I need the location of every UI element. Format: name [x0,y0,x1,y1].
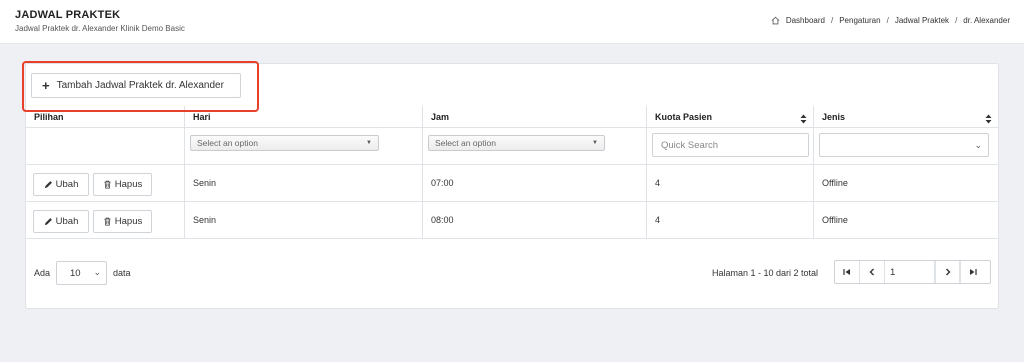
sort-icon[interactable] [800,114,807,124]
breadcrumb-pengaturan[interactable]: Pengaturan [839,16,880,25]
pagination: 1 [834,260,991,284]
data-label: data [113,268,131,278]
page-subtitle: Jadwal Praktek dr. Alexander Klinik Demo… [15,24,185,33]
table-row: Ubah Hapus Senin 07:00 4 Offline [26,165,998,202]
column-header-jenis[interactable]: Jenis [814,106,998,127]
column-header-kuota-label: Kuota Pasien [655,111,713,122]
page-size-control: Ada 10 ⌄ data [34,261,131,285]
edit-button[interactable]: Ubah [33,173,89,196]
cell-jenis: Offline [822,178,848,188]
column-header-kuota[interactable]: Kuota Pasien [647,106,814,127]
delete-button[interactable]: Hapus [93,173,152,196]
cell-jam: 07:00 [423,165,647,201]
add-schedule-button[interactable]: + Tambah Jadwal Praktek dr. Alexander [31,73,241,98]
prev-page-button[interactable] [860,261,885,283]
jam-filter-placeholder: Select an option [435,138,496,148]
sort-icon[interactable] [985,114,992,124]
kuota-search-placeholder: Quick Search [661,139,719,151]
delete-label: Hapus [114,179,143,190]
edit-label: Ubah [55,179,79,190]
first-page-icon [843,269,850,275]
per-page-value: 10 [70,267,81,279]
jam-filter-select[interactable]: Select an option ▼ [428,135,605,151]
plus-icon: + [42,78,50,93]
schedule-card: + Tambah Jadwal Praktek dr. Alexander Pi… [25,63,999,309]
hari-filter-select[interactable]: Select an option ▼ [190,135,379,151]
table-row: Ubah Hapus Senin 08:00 4 Offline [26,202,998,239]
table-filter-row: Select an option ▼ Select an option ▼ Qu… [26,128,998,165]
hari-filter-placeholder: Select an option [197,138,258,148]
breadcrumb-current: dr. Alexander [963,16,1010,25]
trash-icon [104,217,111,226]
delete-button[interactable]: Hapus [93,210,152,233]
first-page-button[interactable] [835,261,860,283]
page-title: JADWAL PRAKTEK [15,9,121,21]
cell-jam: 08:00 [423,202,647,238]
chevron-down-icon: ⌄ [974,140,982,150]
page-info: Halaman 1 - 10 dari 2 total [712,268,819,278]
cell-hari: Senin [185,202,423,238]
breadcrumb-dashboard[interactable]: Dashboard [786,16,825,25]
last-page-icon [970,269,977,275]
edit-button[interactable]: Ubah [33,210,89,233]
breadcrumb: Dashboard / Pengaturan / Jadwal Praktek … [771,16,1010,25]
per-page-select[interactable]: 10 ⌄ [56,261,108,285]
pencil-icon [44,181,52,189]
table-header-row: Pilihan Hari Jam Kuota Pasien Jenis [26,106,998,128]
cell-hari: Senin [185,165,423,201]
cell-jenis: Offline [822,215,848,225]
home-icon [771,16,780,25]
chevron-right-icon [945,268,950,276]
column-header-hari: Hari [185,106,423,127]
caret-down-icon: ▼ [592,140,598,146]
column-header-jam: Jam [423,106,647,127]
column-header-pilihan: Pilihan [26,106,185,127]
page-header: JADWAL PRAKTEK Jadwal Praktek dr. Alexan… [0,0,1024,44]
delete-label: Hapus [114,216,143,227]
edit-label: Ubah [55,216,79,227]
last-page-button[interactable] [960,261,985,283]
ada-label: Ada [34,268,51,278]
cell-kuota: 4 [647,165,814,201]
kuota-quick-search-input[interactable]: Quick Search [652,133,809,157]
trash-icon [104,180,111,189]
pencil-icon [44,218,52,226]
chevron-left-icon [869,268,874,276]
page-number-input[interactable]: 1 [885,261,935,283]
next-page-button[interactable] [935,261,960,283]
add-schedule-label: Tambah Jadwal Praktek dr. Alexander [56,80,224,91]
breadcrumb-jadwal-praktek[interactable]: Jadwal Praktek [895,16,949,25]
caret-down-icon: ▼ [366,140,372,146]
cell-kuota: 4 [647,202,814,238]
chevron-down-icon: ⌄ [93,267,102,277]
column-header-jenis-label: Jenis [822,111,846,122]
jenis-filter-select[interactable]: ⌄ [819,133,989,157]
